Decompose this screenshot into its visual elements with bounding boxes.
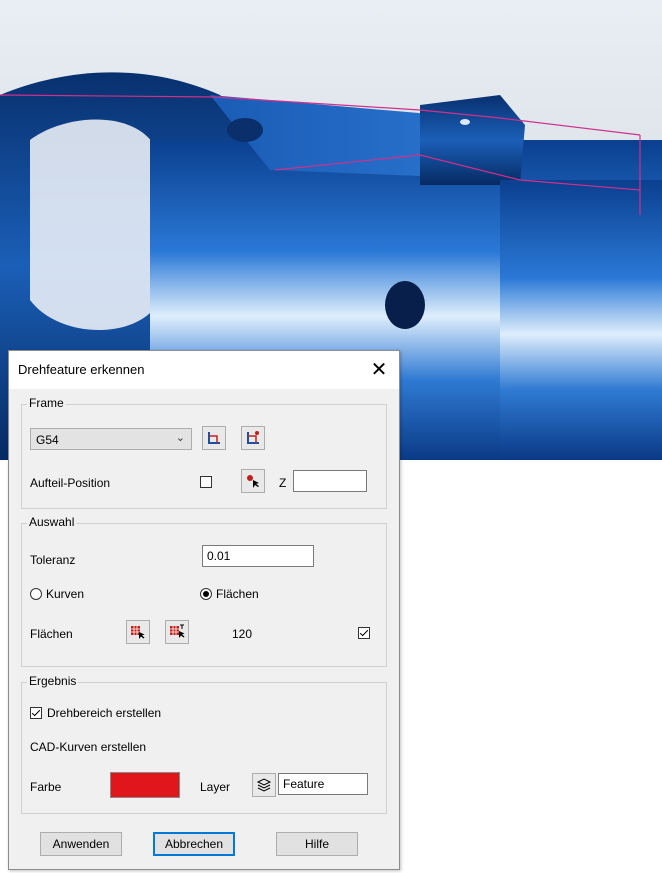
- auswahl-legend: Auswahl: [27, 515, 77, 529]
- face-select-icon-glyph: [131, 626, 145, 639]
- close-button[interactable]: ✕: [367, 357, 391, 381]
- kurven-label: Kurven: [46, 587, 85, 601]
- kurven-radio[interactable]: [30, 588, 42, 600]
- z-label: Z: [279, 476, 287, 490]
- flaechen-count: 120: [232, 627, 253, 641]
- position-pick-icon-glyph: [247, 475, 259, 488]
- drehbereich-label: Drehbereich erstellen: [47, 706, 162, 720]
- chevron-down-icon: ⌄: [175, 432, 185, 444]
- cad-kurven-label: CAD-Kurven erstellen: [30, 740, 147, 754]
- frame-edit-icon[interactable]: [241, 426, 265, 450]
- face-select-alt-icon-glyph: [170, 624, 185, 638]
- z-input[interactable]: [293, 470, 367, 492]
- auswahl-group: Auswahl Toleranz 0.01 Kurven Flächen Flä…: [21, 515, 387, 667]
- frame-select-icon-glyph: [208, 432, 220, 444]
- layer-input[interactable]: Feature: [278, 773, 368, 795]
- frame-legend: Frame: [27, 396, 66, 410]
- face-select-icon[interactable]: [126, 620, 150, 644]
- toleranz-label: Toleranz: [30, 553, 76, 567]
- frame-edit-icon-glyph: [247, 431, 259, 444]
- aufteil-checkbox[interactable]: [200, 476, 212, 488]
- layer-icon[interactable]: [252, 773, 276, 797]
- frame-select-icon[interactable]: [202, 426, 226, 450]
- dialog-title: Drehfeature erkennen: [18, 362, 145, 377]
- flaechen-radio[interactable]: [200, 588, 212, 600]
- hole-side: [385, 281, 425, 329]
- face-select-alt-icon[interactable]: [165, 620, 189, 644]
- hole-small: [460, 119, 470, 125]
- aufteil-label: Aufteil-Position: [30, 476, 111, 490]
- frame-select[interactable]: G54 ⌄: [30, 428, 192, 450]
- cancel-button[interactable]: Abbrechen: [153, 832, 235, 856]
- flaechen-label: Flächen: [30, 627, 73, 641]
- ergebnis-legend: Ergebnis: [27, 674, 79, 688]
- drehfeature-dialog: Drehfeature erkennen ✕ Frame G54 ⌄ Aufte…: [8, 350, 400, 870]
- position-pick-icon[interactable]: [241, 469, 265, 493]
- frame-group: Frame G54 ⌄ Aufteil-Position Z: [21, 396, 387, 509]
- toleranz-input[interactable]: 0.01: [202, 545, 314, 567]
- frame-select-value: G54: [36, 433, 59, 447]
- layer-label: Layer: [200, 780, 231, 794]
- flange-cutout: [30, 119, 160, 330]
- ergebnis-group: Ergebnis Drehbereich erstellen CAD-Kurve…: [21, 674, 387, 814]
- farbe-label: Farbe: [30, 780, 62, 794]
- help-button[interactable]: Hilfe: [276, 832, 358, 856]
- apply-button[interactable]: Anwenden: [40, 832, 122, 856]
- drehbereich-checkbox[interactable]: [30, 707, 42, 719]
- layer-icon-glyph: [256, 778, 272, 792]
- flaechen-radio-label: Flächen: [216, 587, 259, 601]
- farbe-swatch[interactable]: [110, 772, 180, 798]
- dialog-titlebar: Drehfeature erkennen ✕: [9, 351, 399, 389]
- raised-block: [420, 95, 525, 185]
- right-cylinder: [500, 180, 662, 460]
- hole-top: [227, 118, 263, 142]
- flaechen-checkbox[interactable]: [358, 627, 370, 639]
